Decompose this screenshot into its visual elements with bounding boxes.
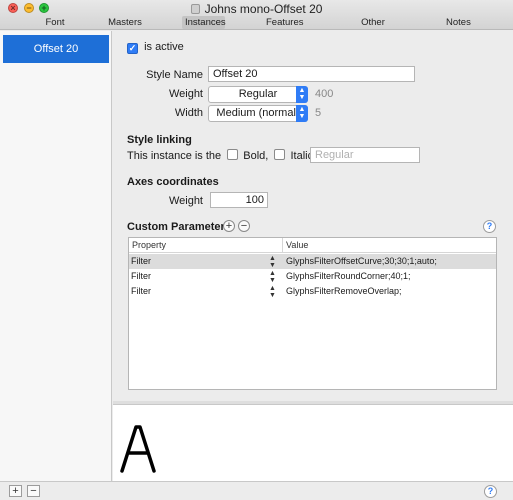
width-popup[interactable]: Medium (normal) ▲ ▼ [208,105,308,122]
sidebar-item-offset-20[interactable]: Offset 20 [3,35,109,63]
help-icon: ? [487,486,494,496]
preview-glyph [120,425,156,473]
tab-bar: Font Masters Instances Features Other Se… [0,16,513,41]
width-popup-value: Medium (normal) [216,107,300,119]
add-instance-button[interactable]: + [9,485,22,497]
glyphs-font-info-window: × − + Johns mono-Offset 20 Font Masters … [0,0,513,500]
plus-icon: + [225,220,233,232]
is-active-row: ✓ is active [127,41,184,54]
stepper-arrows-icon[interactable]: ▲ ▼ [269,255,276,269]
custom-parameter-help-button[interactable]: ? [483,220,496,233]
width-class-number: 5 [315,107,322,119]
instance-preview [113,404,513,481]
table-row[interactable]: Filter ▲ ▼ GlyphsFilterRemoveOverlap; [129,284,496,299]
tab-instances[interactable]: Instances [182,16,226,29]
tab-notes[interactable]: Notes [443,16,473,29]
instances-help-button[interactable]: ? [484,485,497,498]
width-label: Width [174,107,203,119]
style-linking-text: This instance is the [127,150,222,162]
minus-icon: − [240,220,248,232]
weight-popup-value: Regular [238,88,278,100]
property-cell: Filter [131,271,151,281]
minus-icon: − [30,485,37,497]
weight-popup[interactable]: Regular ▲ ▼ [208,86,308,103]
style-name-field[interactable]: Offset 20 [208,66,415,82]
property-cell: Filter [131,286,151,296]
window-title: Johns mono-Offset 20 [0,2,513,16]
style-linking-title: Style linking [127,134,192,146]
style-name-label: Style Name [146,69,203,81]
tab-masters[interactable]: Masters [105,16,145,29]
table-header: Property Value [129,238,496,253]
tab-features[interactable]: Features [263,16,304,29]
bottom-bar: + − ? [0,481,513,500]
popup-arrows-icon: ▲ ▼ [296,86,308,103]
custom-parameter-title: Custom Parameter [127,221,225,233]
instance-list-sidebar: Offset 20 [0,31,112,481]
remove-parameter-button[interactable]: − [238,220,250,232]
bold-checkbox[interactable] [227,149,239,160]
remove-instance-button[interactable]: − [27,485,40,497]
tab-other-settings[interactable]: Other Settings [342,16,404,41]
title-bar: × − + Johns mono-Offset 20 Font Masters … [0,0,513,41]
style-linking-row: This instance is the Bold, Italic of [127,149,325,162]
column-divider [282,238,283,253]
table-row[interactable]: Filter ▲ ▼ GlyphsFilterOffsetCurve;30;30;… [129,254,496,269]
instance-settings-pane: ✓ is active Style Name Offset 20 Weight … [113,31,513,401]
document-icon [190,4,200,14]
linked-style-field[interactable]: Regular [310,147,420,163]
custom-parameter-table: Property Value Filter ▲ ▼ GlyphsFilterOff… [128,237,497,390]
weight-label: Weight [168,88,203,100]
stepper-arrows-icon[interactable]: ▲ ▼ [269,285,276,299]
window-title-text: Johns mono-Offset 20 [204,2,323,16]
axes-coordinates-title: Axes coordinates [127,176,219,188]
value-column-header[interactable]: Value [286,240,308,250]
bold-label: Bold, [243,150,269,162]
axis-weight-label: Weight [168,195,203,207]
italic-checkbox[interactable] [274,149,286,160]
is-active-checkbox[interactable]: ✓ [127,43,138,54]
plus-icon: + [12,485,19,497]
value-cell[interactable]: GlyphsFilterRoundCorner;40;1; [286,269,411,284]
stepper-arrows-icon[interactable]: ▲ ▼ [269,270,276,284]
tab-font[interactable]: Font [40,16,70,29]
property-column-header[interactable]: Property [132,240,166,250]
axis-weight-field[interactable]: 100 [210,192,268,208]
value-cell[interactable]: GlyphsFilterOffsetCurve;30;30;1;auto; [286,254,437,269]
popup-arrows-icon: ▲ ▼ [296,105,308,122]
add-parameter-button[interactable]: + [223,220,235,232]
table-row[interactable]: Filter ▲ ▼ GlyphsFilterRoundCorner;40;1; [129,269,496,284]
property-cell: Filter [131,256,151,266]
value-cell[interactable]: GlyphsFilterRemoveOverlap; [286,284,402,299]
help-icon: ? [486,221,493,231]
weight-class-number: 400 [315,88,334,100]
is-active-label: is active [144,41,184,53]
